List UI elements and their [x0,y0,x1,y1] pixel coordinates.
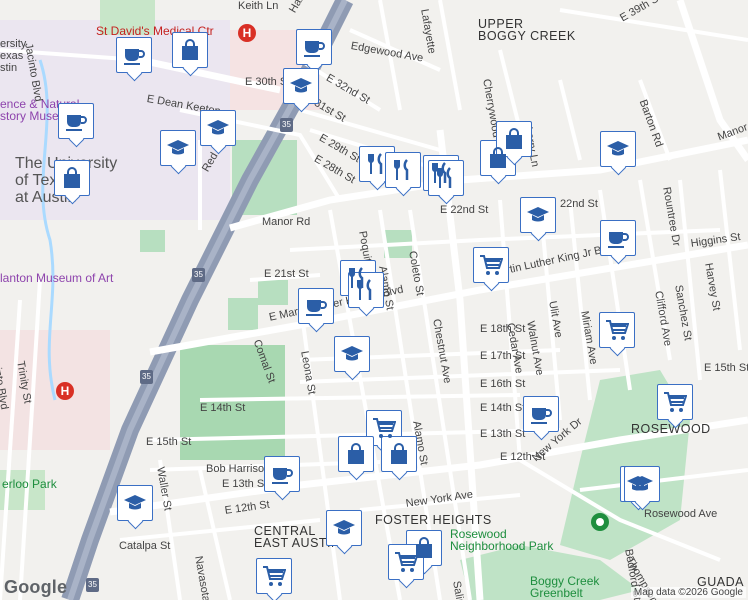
place-marker[interactable] [256,558,292,594]
place-marker[interactable] [523,396,559,432]
street-label: E 13th St [222,478,268,490]
area-label-rosewood: ROSEWOOD [631,422,711,436]
street-label: Manor Rd [262,216,311,228]
place-marker[interactable] [298,288,334,324]
street-label: E 22nd St [440,204,489,216]
highway-shield: 35 [280,118,293,132]
street-label: E 14th St [480,402,526,414]
place-marker[interactable] [172,32,208,68]
hospital-icon: H [56,382,74,400]
place-marker[interactable] [200,110,236,146]
place-marker[interactable] [283,68,319,104]
place-marker[interactable] [54,160,90,196]
street-label: Rosewood Ave [644,508,718,520]
place-marker[interactable] [58,103,94,139]
area-label-foster-heights: FOSTER HEIGHTS [375,513,492,527]
street-label: E 15th St [704,362,748,374]
place-marker[interactable] [160,130,196,166]
highway-shield: 35 [86,578,99,592]
area-label-upper-boggy-creek: UPPER BOGGY CREEK [478,17,576,43]
google-logo: Google [4,577,68,597]
place-marker[interactable] [348,272,384,308]
place-marker[interactable] [599,312,635,348]
street-label: Catalpa St [119,540,171,552]
place-marker[interactable] [428,160,464,196]
place-marker[interactable] [334,336,370,372]
place-marker[interactable] [473,247,509,283]
place-marker[interactable] [385,152,421,188]
place-marker[interactable] [600,131,636,167]
poi-label-waterloo-park: erloo Park [2,477,57,491]
place-marker[interactable] [338,436,374,472]
poi-label-boggy-creek-greenbelt: Boggy Creek Greenbelt [530,574,600,600]
place-marker[interactable] [264,456,300,492]
street-label: E 14th St [200,402,246,414]
street-label: E 16th St [480,378,526,390]
place-marker[interactable] [116,37,152,73]
place-marker[interactable] [624,466,660,502]
street-label: E 13th St [480,428,526,440]
map-attribution[interactable]: Map data ©2026 Google [630,587,746,598]
highway-shield: 35 [192,268,205,282]
poi-label-blanton: lanton Museum of Art [0,271,114,285]
highway-shield: 35 [140,370,153,384]
street-label: Keith Ln [238,0,279,12]
place-marker[interactable] [520,197,556,233]
street-label: 22nd St [560,198,598,210]
street-label: E 18th St [480,323,526,335]
place-marker[interactable] [381,436,417,472]
hospital-icon: H [238,24,256,42]
poi-label-rosewood-park: Rosewood Neighborhood Park [450,527,554,553]
map-canvas[interactable]: H H UPPER BOGGY CREEK ROSEWOOD CENTRAL EAST … [0,0,748,600]
place-marker[interactable] [326,510,362,546]
place-marker[interactable] [600,220,636,256]
place-marker[interactable] [657,384,693,420]
place-marker[interactable] [296,29,332,65]
street-label: E 15th St [146,436,192,448]
place-marker[interactable] [117,485,153,521]
street-label: E 21st St [264,268,309,280]
